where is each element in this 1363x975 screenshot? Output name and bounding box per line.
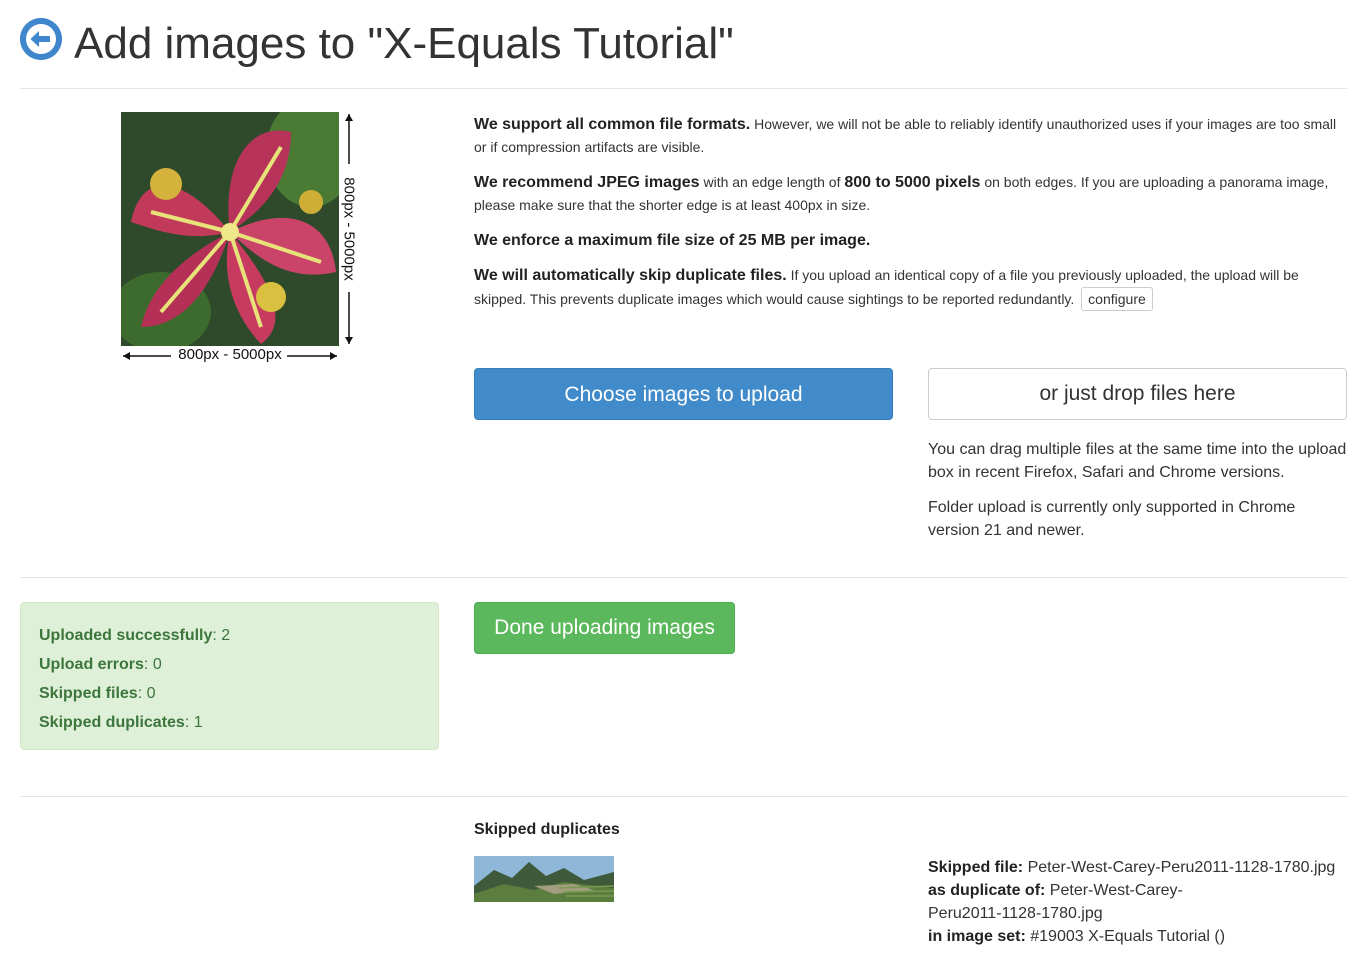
upload-status-panel: Uploaded successfully: 2 Upload errors: … (20, 602, 439, 750)
skipped-file-label: Skipped file: (928, 859, 1024, 876)
configure-button[interactable]: configure (1081, 287, 1153, 311)
errors-count: Upload errors: 0 (39, 650, 420, 679)
width-dimension-indicator: 800px - 5000px (121, 344, 339, 368)
errors-value: : 0 (143, 656, 162, 673)
skip-paragraph: We will automatically skip duplicate fil… (474, 264, 1346, 311)
skipped-file-line: Skipped file: Peter-West-Carey-Peru2011-… (928, 856, 1353, 879)
page-title: Add images to "X-Equals Tutorial" (74, 19, 734, 68)
drag-note: You can drag multiple files at the same … (928, 441, 1347, 481)
header-divider (20, 88, 1347, 89)
section-divider (20, 577, 1347, 578)
back-button[interactable] (20, 18, 62, 60)
jpeg-heading: We recommend JPEG images (474, 174, 700, 191)
jpeg-size-range: 800 to 5000 pixels (844, 174, 981, 191)
jpeg-text-1: with an edge length of (699, 174, 845, 190)
done-uploading-button[interactable]: Done uploading images (474, 602, 735, 654)
duplicate-thumbnail[interactable] (474, 856, 614, 902)
skipped-value: : 0 (137, 685, 156, 702)
width-dimension-label: 800px - 5000px (178, 346, 282, 363)
arrow-left-circle-icon (20, 18, 62, 60)
uploaded-label: Uploaded successfully (39, 627, 213, 644)
height-dimension-label: 800px - 5000px (340, 177, 358, 281)
duplicates-heading: Skipped duplicates (474, 821, 620, 838)
formats-paragraph: We support all common file formats. Howe… (474, 113, 1346, 159)
image-set-label: in image set: (928, 928, 1026, 945)
height-dimension-indicator: 800px - 5000px (336, 112, 362, 346)
duplicates-value: : 1 (184, 714, 203, 731)
drop-zone[interactable]: or just drop files here (928, 368, 1347, 420)
skipped-file-value: Peter-West-Carey-Peru2011-1128-1780.jpg (1023, 859, 1336, 876)
errors-label: Upload errors (39, 656, 144, 673)
jpeg-paragraph: We recommend JPEG images with an edge le… (474, 171, 1346, 217)
skipped-count: Skipped files: 0 (39, 679, 420, 708)
image-set-line: in image set: #19003 X-Equals Tutorial (… (928, 925, 1353, 948)
skipped-label: Skipped files (39, 685, 138, 702)
section-divider-2 (20, 796, 1347, 797)
max-size-paragraph: We enforce a maximum file size of 25 MB … (474, 229, 1346, 252)
max-size-text: We enforce a maximum file size of 25 MB … (474, 232, 871, 249)
choose-images-button[interactable]: Choose images to upload (474, 368, 893, 420)
duplicates-count: Skipped duplicates: 1 (39, 708, 420, 737)
folder-upload-note: Folder upload is currently only supporte… (928, 499, 1296, 539)
duplicates-label: Skipped duplicates (39, 714, 185, 731)
duplicate-of-label: as duplicate of: (928, 882, 1046, 899)
formats-heading: We support all common file formats. (474, 116, 751, 133)
uploaded-count: Uploaded successfully: 2 (39, 621, 420, 650)
image-set-value: #19003 X-Equals Tutorial () (1025, 928, 1226, 945)
sample-image (121, 112, 339, 346)
skip-heading: We will automatically skip duplicate fil… (474, 267, 787, 284)
duplicate-of-line: as duplicate of: Peter-West-Carey-Peru20… (928, 879, 1228, 925)
uploaded-value: : 2 (212, 627, 231, 644)
